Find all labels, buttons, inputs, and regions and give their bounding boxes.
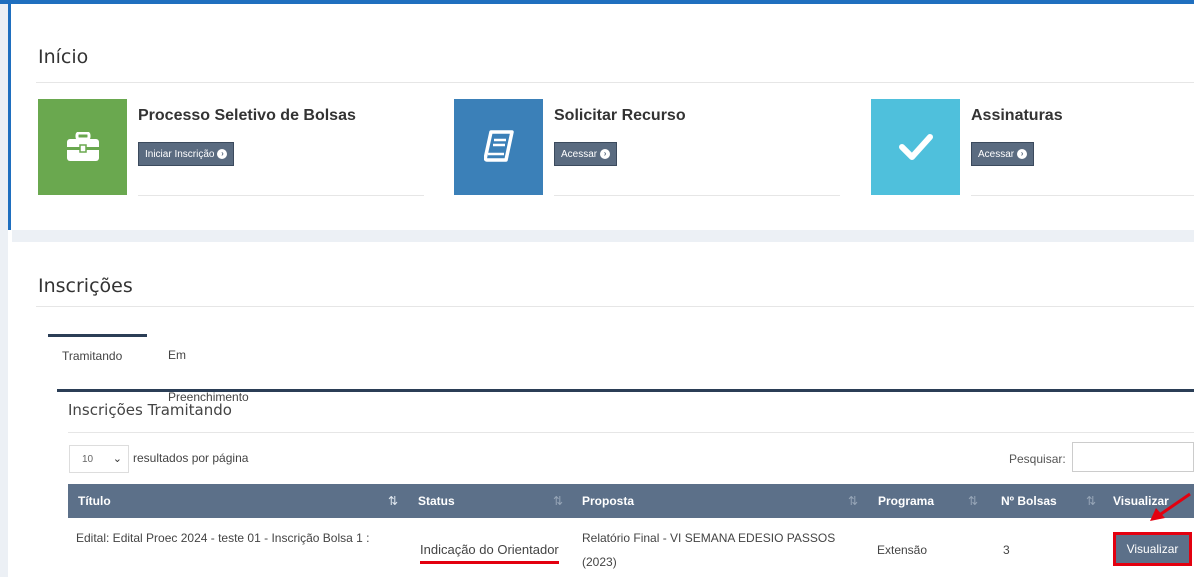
card-solicitar-recurso: Solicitar Recurso Acessar › — [454, 99, 840, 196]
divider — [36, 82, 1194, 83]
tab-label: Em Preenchimento — [168, 348, 249, 404]
inscricoes-title: Inscrições — [38, 275, 133, 297]
search-input[interactable] — [1072, 442, 1194, 472]
left-border — [8, 0, 11, 230]
page: Início Processo Seletivo de Bolsas Inici… — [0, 0, 1194, 577]
card-title: Assinaturas — [971, 107, 1063, 124]
column-header-bolsas[interactable]: Nº Bolsas — [1001, 484, 1057, 518]
page-size-value: 10 — [82, 453, 94, 465]
button-label: Acessar — [561, 148, 598, 160]
top-border — [0, 0, 1194, 4]
page-margin — [0, 0, 8, 577]
search-label: Pesquisar: — [1009, 452, 1066, 466]
table-row — [68, 518, 1194, 577]
cell-proposta-line1: Relatório Final - VI SEMANA EDESIO PASSO… — [582, 531, 836, 545]
per-page-label: resultados por página — [133, 451, 249, 465]
column-header-titulo[interactable]: Título — [78, 484, 111, 518]
tab-label: Tramitando — [62, 349, 123, 363]
card-assinaturas: Assinaturas Acessar › — [871, 99, 1194, 196]
card-title: Solicitar Recurso — [554, 107, 686, 124]
button-label: Iniciar Inscrição — [145, 148, 215, 160]
cell-bolsas: 3 — [1003, 543, 1010, 557]
briefcase-icon — [66, 132, 99, 161]
column-header-proposta[interactable]: Proposta — [582, 484, 634, 518]
tab-em-preenchimento[interactable]: Em Preenchimento — [154, 334, 263, 404]
tab-tramitando[interactable]: Tramitando — [48, 334, 147, 376]
visualizar-button[interactable]: Visualizar — [1113, 532, 1192, 566]
cell-titulo: Edital: Edital Proec 2024 - teste 01 - I… — [76, 531, 370, 545]
column-header-programa[interactable]: Programa — [878, 484, 934, 518]
arrow-circle-right-icon: › — [217, 149, 228, 159]
panel-title: Inscrições Tramitando — [68, 401, 232, 419]
section-separator — [12, 230, 1194, 242]
card-icon-box — [871, 99, 960, 195]
card-icon-box — [454, 99, 543, 195]
sort-icon[interactable]: ⇅ — [1086, 484, 1096, 518]
card-underline — [971, 195, 1194, 196]
table-header: Título ⇅ Status ⇅ Proposta ⇅ Programa ⇅ … — [68, 484, 1194, 518]
button-label: Visualizar — [1126, 542, 1179, 556]
card-title: Processo Seletivo de Bolsas — [138, 107, 356, 124]
card-underline — [138, 195, 424, 196]
cell-programa: Extensão — [877, 543, 928, 557]
sort-icon[interactable]: ⇅ — [848, 484, 858, 518]
book-icon — [483, 130, 514, 162]
check-icon — [898, 134, 933, 160]
sort-icon[interactable]: ⇅ — [553, 484, 563, 518]
arrow-circle-right-icon: › — [600, 149, 611, 159]
arrow-circle-right-icon: › — [1017, 149, 1028, 159]
sort-asc-icon[interactable]: ⇅ — [388, 484, 398, 518]
card-processo-seletivo: Processo Seletivo de Bolsas Iniciar Insc… — [38, 99, 424, 196]
tab-panel-border — [57, 389, 1194, 392]
divider — [68, 432, 1194, 433]
sort-icon[interactable]: ⇅ — [968, 484, 978, 518]
iniciar-inscricao-button[interactable]: Iniciar Inscrição › — [138, 142, 235, 166]
red-arrow-annotation — [1150, 492, 1191, 521]
acessar-assinaturas-button[interactable]: Acessar › — [971, 142, 1035, 166]
chevron-down-icon: ⌄ — [112, 453, 122, 465]
acessar-recurso-button[interactable]: Acessar › — [554, 142, 618, 166]
highlight-underline — [420, 561, 559, 564]
cell-proposta-line2: (2023) — [582, 555, 617, 569]
card-underline — [554, 195, 840, 196]
column-header-status[interactable]: Status — [418, 484, 455, 518]
page-size-select[interactable]: 10 ⌄ — [69, 445, 129, 473]
inicio-title: Início — [38, 46, 89, 68]
divider — [36, 306, 1194, 307]
button-label: Acessar — [978, 148, 1015, 160]
cell-status: Indicação do Orientador — [420, 542, 559, 557]
card-icon-box — [38, 99, 127, 195]
